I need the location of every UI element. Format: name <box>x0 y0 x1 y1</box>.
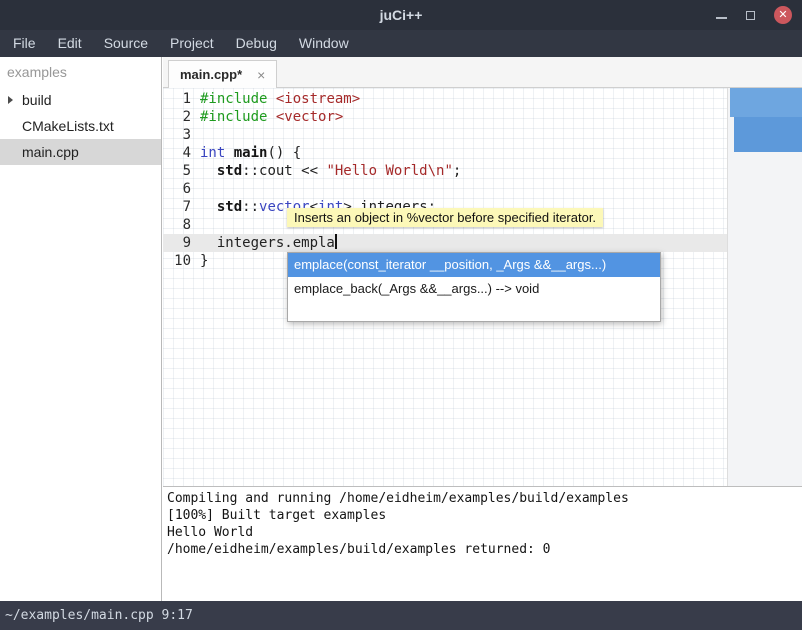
titlebar: juCi++ ✕ <box>0 0 802 30</box>
statusbar-path: ~/examples/main.cpp 9:17 <box>5 608 193 623</box>
menu-item-window[interactable]: Window <box>288 30 360 57</box>
line-number: 4 <box>163 144 191 162</box>
menu-item-edit[interactable]: Edit <box>47 30 93 57</box>
code-lines[interactable]: 1 #include <iostream> 2 #include <vector> 34… <box>163 90 727 270</box>
code-line[interactable]: 2 #include <vector> <box>163 108 727 126</box>
sidebar-header: examples <box>0 57 161 87</box>
code-line[interactable]: 1 #include <iostream> <box>163 90 727 108</box>
code-text: int main() { <box>200 144 301 162</box>
menu-item-project[interactable]: Project <box>159 30 225 57</box>
line-number: 9 <box>163 234 191 252</box>
line-number: 5 <box>163 162 191 180</box>
minimize-button[interactable] <box>716 17 727 19</box>
code-line[interactable]: 3 <box>163 126 727 144</box>
scrollbar-thumb[interactable] <box>730 88 802 117</box>
line-number: 3 <box>163 126 191 144</box>
menu-item-file[interactable]: File <box>2 30 47 57</box>
code-text: } <box>200 252 208 270</box>
completion-item[interactable]: emplace(const_iterator __position, _Args… <box>288 253 660 277</box>
code-text: #include <iostream> <box>200 90 360 108</box>
tree-item-cmakelists-txt[interactable]: CMakeLists.txt <box>0 113 161 139</box>
close-button[interactable]: ✕ <box>774 6 792 24</box>
output-line: Compiling and running /home/eidheim/exam… <box>167 490 802 507</box>
close-tab-icon[interactable]: × <box>257 68 265 82</box>
menu-item-source[interactable]: Source <box>93 30 159 57</box>
output-line: Hello World <box>167 524 802 541</box>
text-cursor <box>335 234 337 249</box>
right-pane: main.cpp* × 1 #include <iostream> 2 #includ… <box>163 57 802 601</box>
window-controls: ✕ <box>716 0 792 30</box>
code-line[interactable]: 4 int main() { <box>163 144 727 162</box>
tree-item-main-cpp[interactable]: main.cpp <box>0 139 161 165</box>
output-line: [100%] Built target examples <box>167 507 802 524</box>
doc-tooltip: Inserts an object in %vector before spec… <box>287 208 603 227</box>
expander-icon[interactable] <box>8 96 13 104</box>
output-panel[interactable]: Compiling and running /home/eidheim/exam… <box>163 486 802 601</box>
completion-item[interactable]: emplace_back(_Args &&__args...) --> void <box>288 277 660 301</box>
line-number: 7 <box>163 198 191 216</box>
sidebar: examples build CMakeLists.txt main.cpp <box>0 57 162 601</box>
tree-item-label: build <box>22 92 52 108</box>
tabbar: main.cpp* × <box>163 57 802 88</box>
tree-item-label: CMakeLists.txt <box>22 118 114 134</box>
tab-main-cpp[interactable]: main.cpp* × <box>168 60 277 88</box>
line-number: 8 <box>163 216 191 234</box>
editor-scrollbar-track[interactable] <box>727 88 802 486</box>
code-text: std::cout << "Hello World\n"; <box>200 162 461 180</box>
code-line[interactable]: 5 std::cout << "Hello World\n"; <box>163 162 727 180</box>
file-tree: build CMakeLists.txt main.cpp <box>0 87 161 165</box>
code-line[interactable]: 9 integers.empla <box>163 234 727 252</box>
code-text: #include <vector> <box>200 108 343 126</box>
line-number: 1 <box>163 90 191 108</box>
tree-item-label: main.cpp <box>22 144 79 160</box>
maximize-button[interactable] <box>746 11 755 20</box>
output-line: /home/eidheim/examples/build/examples re… <box>167 541 802 558</box>
code-line[interactable]: 6 <box>163 180 727 198</box>
line-number: 10 <box>163 252 191 270</box>
line-number: 2 <box>163 108 191 126</box>
line-number: 6 <box>163 180 191 198</box>
window-title: juCi++ <box>380 7 423 23</box>
menubar: FileEditSourceProjectDebugWindow <box>0 30 802 57</box>
code-editor[interactable]: 1 #include <iostream> 2 #include <vector> 34… <box>163 88 802 486</box>
completion-popup[interactable]: emplace(const_iterator __position, _Args… <box>287 252 661 322</box>
menu-item-debug[interactable]: Debug <box>225 30 288 57</box>
tab-label: main.cpp* <box>180 67 242 82</box>
tree-item-build[interactable]: build <box>0 87 161 113</box>
code-text: integers.empla <box>200 234 337 252</box>
statusbar: ~/examples/main.cpp 9:17 <box>0 601 802 630</box>
scrollbar-thumb-lower[interactable] <box>734 117 802 152</box>
